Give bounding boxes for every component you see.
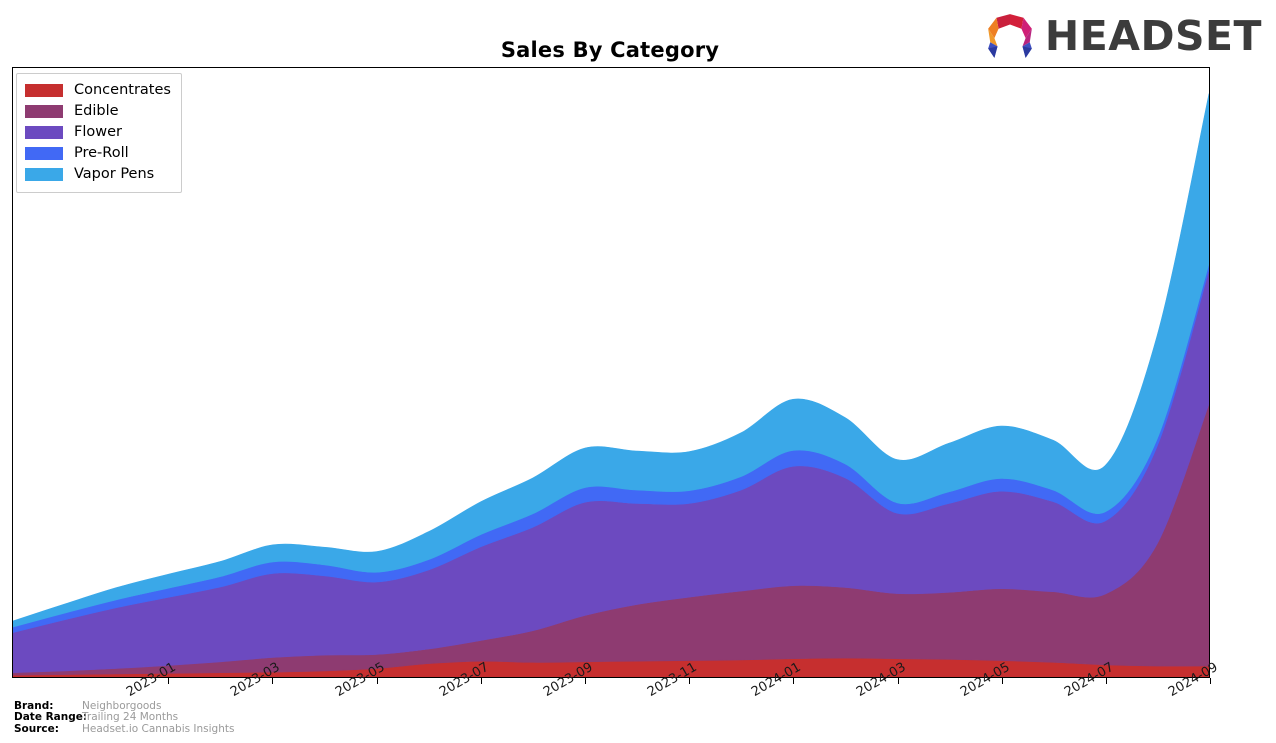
legend-item[interactable]: Concentrates [25,80,171,101]
x-axis-tick [272,678,274,684]
legend-item[interactable]: Edible [25,101,171,122]
footnote-key: Date Range: [14,711,88,723]
legend-item-label: Concentrates [74,82,171,99]
legend-swatch-icon [25,105,63,118]
legend-item-label: Edible [74,103,119,120]
footnote-key: Source: [14,722,59,735]
x-axis-tick [168,678,170,684]
headset-hexagon-icon [988,14,1032,58]
legend-swatch-icon [25,168,63,181]
legend-item-label: Pre-Roll [74,145,129,162]
plot-area [12,67,1210,678]
legend-item[interactable]: Vapor Pens [25,164,171,185]
legend: Concentrates Edible Flower Pre-Roll Vapor Pe… [16,73,182,193]
legend-item[interactable]: Flower [25,122,171,143]
x-axis-tick [689,678,691,684]
legend-swatch-icon [25,147,63,160]
chart-footnote: Brand: Neighborgoods Date Range: Trailing 2… [14,700,235,736]
chart-page: Sales By Category HEADSET Concentrates Ed… [0,0,1276,743]
footnote-row: Date Range: Trailing 24 Months [14,711,234,724]
brand-logo: HEADSET [984,12,1262,60]
legend-item[interactable]: Pre-Roll [25,143,171,164]
x-axis-tick [1210,678,1211,684]
footnote-value: Trailing 24 Months [82,711,179,723]
brand-wordmark: HEADSET [1044,11,1262,60]
x-axis-tick [585,678,586,684]
footnote-value: Headset.io Cannabis Insights [82,722,235,735]
x-axis-tick [793,678,795,684]
footnote-row: Source: Headset.io Cannabis Insights [14,722,235,736]
legend-swatch-icon [25,84,63,97]
legend-item-label: Flower [74,124,122,141]
legend-item-label: Vapor Pens [74,166,155,183]
legend-swatch-icon [25,126,63,139]
stacked-area-chart [13,93,1209,677]
